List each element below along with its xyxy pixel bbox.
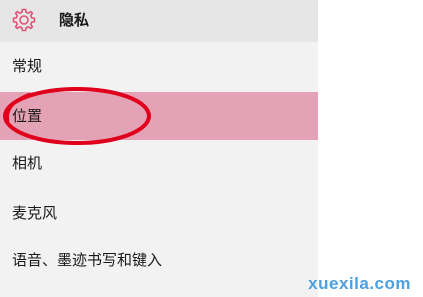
- settings-window: 隐私 常规 位置 相机 麦克风 语音、墨迹书写和键入 xuexila.com: [0, 0, 423, 297]
- sidebar-header: 隐私: [0, 0, 318, 42]
- sidebar-item-general[interactable]: 常规: [0, 42, 318, 90]
- sidebar-item-label: 麦克风: [12, 204, 58, 222]
- sidebar-item-label: 相机: [12, 154, 43, 172]
- sidebar-item-location[interactable]: 位置: [0, 92, 318, 140]
- page-title: 隐私: [59, 11, 90, 29]
- sidebar-item-speech-inking-typing[interactable]: 语音、墨迹书写和键入: [0, 236, 318, 284]
- privacy-sidebar: 隐私 常规 位置 相机 麦克风 语音、墨迹书写和键入: [0, 0, 318, 297]
- sidebar-item-camera[interactable]: 相机: [0, 139, 318, 187]
- sidebar-item-label: 常规: [12, 57, 43, 75]
- gear-icon[interactable]: [11, 7, 37, 33]
- sidebar-item-microphone[interactable]: 麦克风: [0, 189, 318, 237]
- sidebar-item-label: 语音、墨迹书写和键入: [12, 251, 163, 269]
- watermark: xuexila.com: [308, 274, 411, 293]
- sidebar-item-label: 位置: [12, 107, 43, 125]
